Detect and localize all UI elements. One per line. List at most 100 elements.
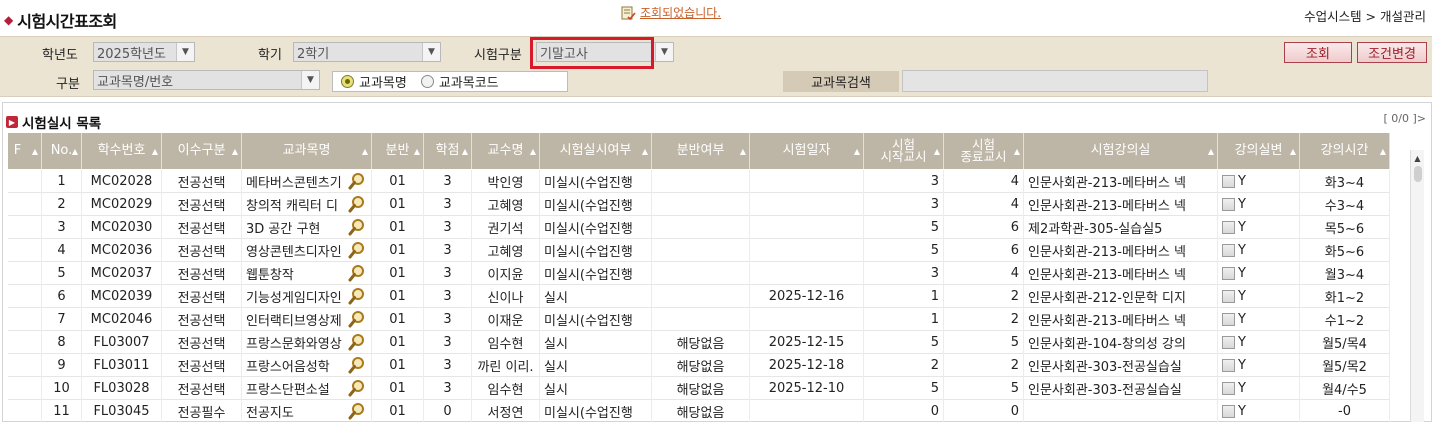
cell-time: 월5/목2 xyxy=(1300,354,1390,377)
table-row[interactable]: 9 FL03011 전공선택 프랑스어음성학 01 3 까린 이리. 실시 해당없음 2025-1… xyxy=(8,354,1390,377)
room-change-checkbox[interactable] xyxy=(1222,313,1235,326)
column-header-6[interactable]: 학점 ▲ xyxy=(424,133,472,169)
sort-arrow-icon[interactable]: ▲ xyxy=(934,146,940,158)
reset-conditions-button[interactable]: 조건변경 xyxy=(1357,42,1427,63)
radio-course-code-label: 교과목코드 xyxy=(438,76,499,91)
column-header-14[interactable]: 강의실변 ▲ xyxy=(1218,133,1300,169)
magnifier-icon[interactable] xyxy=(348,310,366,328)
chevron-down-icon[interactable]: ▼ xyxy=(301,71,319,89)
column-header-3[interactable]: 이수구분 ▲ xyxy=(162,133,242,169)
search-mode-radio-group: 교과목명 교과목코드 xyxy=(332,71,568,92)
sort-arrow-icon[interactable]: ▲ xyxy=(362,146,368,158)
scroll-thumb[interactable] xyxy=(1413,166,1422,182)
cell-course: 웹툰창작 xyxy=(242,262,372,285)
room-change-checkbox[interactable] xyxy=(1222,175,1235,188)
column-header-0[interactable]: F ▲ xyxy=(8,133,42,169)
magnifier-icon[interactable] xyxy=(348,241,366,259)
table-row[interactable]: 2 MC02029 전공선택 창의적 캐릭터 디 01 3 고혜영 미실시(수업진행 3 4 인문사… xyxy=(8,193,1390,216)
column-header-1[interactable]: No. ▲ xyxy=(42,133,82,169)
cell-exam: 미실시(수업진행 xyxy=(540,262,652,285)
magnifier-icon[interactable] xyxy=(348,195,366,213)
column-header-5[interactable]: 분반 ▲ xyxy=(372,133,424,169)
magnifier-icon[interactable] xyxy=(348,402,366,420)
cell-credit: 0 xyxy=(424,400,472,422)
magnifier-icon[interactable] xyxy=(348,379,366,397)
sort-arrow-icon[interactable]: ▲ xyxy=(642,146,648,158)
semester-select[interactable]: 2학기 ▼ xyxy=(293,42,441,62)
vertical-scrollbar[interactable]: ▲ xyxy=(1410,150,1424,422)
table-row[interactable]: 3 MC02030 전공선택 3D 공간 구현 01 3 권기석 미실시(수업진행 5 6 제2과학… xyxy=(8,216,1390,239)
room-change-checkbox[interactable] xyxy=(1222,244,1235,257)
cell-date: 2025-12-10 xyxy=(750,377,864,400)
course-search-input[interactable] xyxy=(902,70,1208,92)
cell-flag xyxy=(8,239,42,262)
sort-arrow-icon[interactable]: ▲ xyxy=(72,146,78,158)
cell-credit: 3 xyxy=(424,239,472,262)
sort-arrow-icon[interactable]: ▲ xyxy=(740,146,746,158)
radio-course-name[interactable]: 교과목명 xyxy=(341,72,407,91)
table-row[interactable]: 6 MC02039 전공선택 기능성게임디자인 01 3 신이나 실시 2025-12-16 1 2… xyxy=(8,285,1390,308)
radio-course-code-circle[interactable] xyxy=(420,75,434,88)
pager[interactable]: [ 0/0 ]> xyxy=(1384,112,1427,125)
room-change-checkbox[interactable] xyxy=(1222,290,1235,303)
cell-no: 1 xyxy=(42,170,82,193)
year-select[interactable]: 2025학년도 ▼ xyxy=(93,42,195,62)
table-row[interactable]: 11 FL03045 전공필수 전공지도 01 0 서정연 미실시(수업진행 해당없음 0 0 Y -0 xyxy=(8,400,1390,422)
semester-label: 학기 xyxy=(258,48,282,63)
sort-arrow-icon[interactable]: ▲ xyxy=(1208,146,1214,158)
magnifier-icon[interactable] xyxy=(348,333,366,351)
chevron-down-icon[interactable]: ▼ xyxy=(422,43,440,61)
sort-arrow-icon[interactable]: ▲ xyxy=(530,146,536,158)
magnifier-icon[interactable] xyxy=(348,287,366,305)
column-header-9[interactable]: 분반여부 ▲ xyxy=(652,133,750,169)
sort-arrow-icon[interactable]: ▲ xyxy=(1290,146,1296,158)
radio-course-name-circle[interactable] xyxy=(341,75,354,88)
room-change-checkbox[interactable] xyxy=(1222,405,1235,418)
room-change-checkbox[interactable] xyxy=(1222,336,1235,349)
room-change-checkbox[interactable] xyxy=(1222,267,1235,280)
column-header-2[interactable]: 학수번호 ▲ xyxy=(82,133,162,169)
room-change-checkbox[interactable] xyxy=(1222,198,1235,211)
scroll-up-icon[interactable]: ▲ xyxy=(1412,152,1424,164)
magnifier-icon[interactable] xyxy=(348,218,366,236)
table-row[interactable]: 5 MC02037 전공선택 웹툰창작 01 3 이지윤 미실시(수업진행 3 4 인문사회관-21… xyxy=(8,262,1390,285)
sort-arrow-icon[interactable]: ▲ xyxy=(414,146,420,158)
room-change-checkbox[interactable] xyxy=(1222,359,1235,372)
type-select[interactable]: 교과목명/번호 ▼ xyxy=(93,70,320,90)
sort-arrow-icon[interactable]: ▲ xyxy=(1014,146,1020,158)
cell-exam: 실시 xyxy=(540,377,652,400)
cell-course: 프랑스문화와영상 xyxy=(242,331,372,354)
exam-type-select[interactable]: 기말고사 ▼ xyxy=(536,42,674,62)
chevron-down-icon[interactable]: ▼ xyxy=(176,43,194,61)
sort-arrow-icon[interactable]: ▲ xyxy=(462,146,468,158)
cell-credit: 3 xyxy=(424,285,472,308)
column-header-11[interactable]: 시험 시작교시 ▲ xyxy=(864,133,944,169)
column-header-12[interactable]: 시험 종료교시 ▲ xyxy=(944,133,1024,169)
column-header-8[interactable]: 시험실시여부 ▲ xyxy=(540,133,652,169)
table-row[interactable]: 10 FL03028 전공선택 프랑스단편소설 01 3 임수현 실시 해당없음 2025-12-… xyxy=(8,377,1390,400)
column-header-10[interactable]: 시험일자 ▲ xyxy=(750,133,864,169)
room-change-checkbox[interactable] xyxy=(1222,382,1235,395)
column-header-13[interactable]: 시험강의실 ▲ xyxy=(1024,133,1218,169)
magnifier-icon[interactable] xyxy=(348,356,366,374)
room-change-checkbox[interactable] xyxy=(1222,221,1235,234)
magnifier-icon[interactable] xyxy=(348,172,366,190)
cell-end: 2 xyxy=(944,308,1024,331)
cell-time: 수3~4 xyxy=(1300,193,1390,216)
search-button[interactable]: 조회 xyxy=(1284,42,1352,63)
column-header-4[interactable]: 교과목명 ▲ xyxy=(242,133,372,169)
radio-course-code[interactable]: 교과목코드 xyxy=(420,72,499,91)
table-row[interactable]: 1 MC02028 전공선택 메타버스콘텐츠기 01 3 박인영 미실시(수업진행 3 4 인문사회… xyxy=(8,170,1390,193)
column-header-15[interactable]: 강의시간 ▲ xyxy=(1300,133,1390,169)
sort-arrow-icon[interactable]: ▲ xyxy=(32,146,38,158)
table-row[interactable]: 7 MC02046 전공선택 인터랙티브영상제 01 3 이재운 미실시(수업진행 1 2 인문사회… xyxy=(8,308,1390,331)
sort-arrow-icon[interactable]: ▲ xyxy=(854,146,860,158)
sort-arrow-icon[interactable]: ▲ xyxy=(1380,146,1386,158)
magnifier-icon[interactable] xyxy=(348,264,366,282)
table-row[interactable]: 4 MC02036 전공선택 영상콘텐츠디자인 01 3 고혜영 미실시(수업진행 5 6 인문사회… xyxy=(8,239,1390,262)
chevron-down-icon[interactable]: ▼ xyxy=(655,43,673,61)
sort-arrow-icon[interactable]: ▲ xyxy=(152,146,158,158)
sort-arrow-icon[interactable]: ▲ xyxy=(232,146,238,158)
table-row[interactable]: 8 FL03007 전공선택 프랑스문화와영상 01 3 임수현 실시 해당없음 2025-12-… xyxy=(8,331,1390,354)
column-header-7[interactable]: 교수명 ▲ xyxy=(472,133,540,169)
